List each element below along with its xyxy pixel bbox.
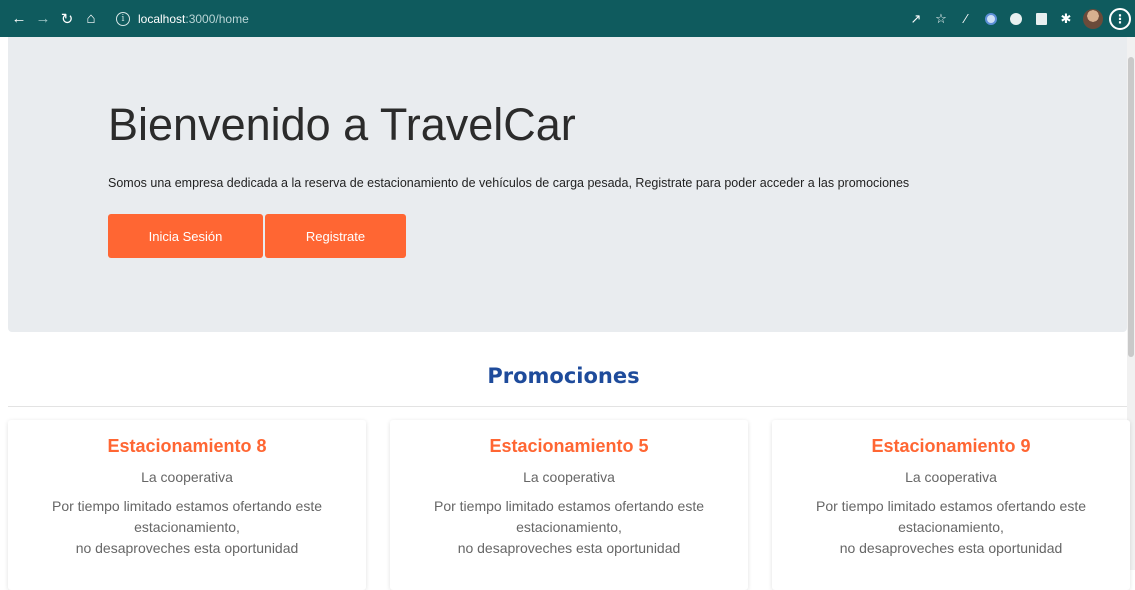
- menu-icon[interactable]: ⋮: [1109, 7, 1131, 30]
- promotion-card[interactable]: Estacionamiento 8 La cooperativa Por tie…: [8, 420, 366, 590]
- promotion-card[interactable]: Estacionamiento 5 La cooperativa Por tie…: [390, 420, 748, 590]
- profile-avatar[interactable]: [1083, 8, 1103, 29]
- back-arrow-icon[interactable]: ←: [8, 8, 30, 30]
- card-description: Por tiempo limitado estamos ofertando es…: [37, 496, 337, 559]
- promotions-title: Promociones: [487, 364, 640, 388]
- pen-extension-icon[interactable]: ⁄: [955, 8, 977, 30]
- card-subtitle: La cooperativa: [523, 469, 615, 485]
- card-subtitle: La cooperativa: [141, 469, 233, 485]
- card-description-line: Por tiempo limitado estamos ofertando es…: [815, 498, 1087, 514]
- card-description-line: Por tiempo limitado estamos ofertando es…: [51, 498, 323, 514]
- address-bar[interactable]: i localhost:3000/home: [116, 7, 249, 31]
- extension-blue-icon[interactable]: [980, 8, 1002, 30]
- card-description: Por tiempo limitado estamos ofertando es…: [419, 496, 719, 559]
- home-icon[interactable]: ⌂: [80, 8, 102, 30]
- star-icon[interactable]: ☆: [930, 8, 952, 30]
- toolbar-actions: ↗ ☆ ⁄ ✱ ⋮: [902, 0, 1131, 37]
- card-description-line: no desaproveches esta oportunidad: [457, 540, 681, 556]
- card-description-line: no desaproveches esta oportunidad: [839, 540, 1063, 556]
- card-description-line: estacionamiento,: [134, 519, 240, 535]
- hero-section: Bienvenido a TravelCar Somos una empresa…: [8, 37, 1127, 332]
- reload-icon[interactable]: ↻: [56, 8, 78, 30]
- url-host: localhost: [138, 11, 186, 26]
- scrollbar-thumb[interactable]: [1128, 57, 1134, 357]
- card-title: Estacionamiento 5: [489, 436, 649, 456]
- share-icon[interactable]: ↗: [905, 8, 927, 30]
- card-subtitle: La cooperativa: [905, 469, 997, 485]
- card-description-line: estacionamiento,: [898, 519, 1004, 535]
- extension-circle-icon[interactable]: [1005, 8, 1027, 30]
- card-title: Estacionamiento 8: [107, 436, 267, 456]
- browser-toolbar: ← → ↻ ⌂ i localhost:3000/home ↗ ☆ ⁄ ✱ ⋮: [0, 0, 1135, 37]
- card-title: Estacionamiento 9: [871, 436, 1031, 456]
- card-description-line: Por tiempo limitado estamos ofertando es…: [433, 498, 705, 514]
- card-description: Por tiempo limitado estamos ofertando es…: [801, 496, 1101, 559]
- promotion-card[interactable]: Estacionamiento 9 La cooperativa Por tie…: [772, 420, 1130, 590]
- promotions-divider: [8, 406, 1127, 407]
- register-button[interactable]: Registrate: [265, 214, 406, 258]
- extensions-icon[interactable]: ✱: [1055, 8, 1077, 30]
- card-description-line: no desaproveches esta oportunidad: [75, 540, 299, 556]
- hero-lead-text: Somos una empresa dedicada a la reserva …: [108, 176, 910, 190]
- extension-doc-icon[interactable]: [1030, 8, 1052, 30]
- card-description-line: estacionamiento,: [516, 519, 622, 535]
- login-button[interactable]: Inicia Sesión: [108, 214, 263, 258]
- info-icon[interactable]: i: [116, 11, 130, 26]
- hero-title: Bienvenido a TravelCar: [108, 99, 576, 150]
- forward-arrow-icon[interactable]: →: [32, 8, 54, 30]
- url-path: :3000/home: [185, 11, 249, 26]
